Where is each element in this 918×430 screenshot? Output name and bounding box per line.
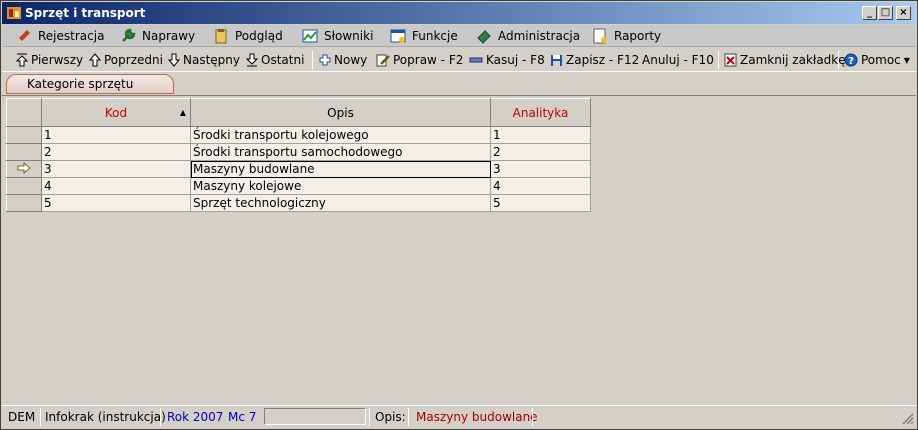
plus-icon xyxy=(319,54,331,66)
status-bar: DEM Infokrak (instrukcja) Rok 2007 Mc 7 … xyxy=(2,405,916,427)
status-opis-value: Maszyny budowlane xyxy=(416,410,538,424)
row-indicator[interactable] xyxy=(6,126,42,144)
chart-icon xyxy=(302,29,318,43)
header-row: Kod ▲ Opis Analityka xyxy=(6,98,591,127)
toolbar-separator xyxy=(718,51,719,69)
menu-rejestracja[interactable]: Rejestracja xyxy=(16,28,104,44)
resize-grip-icon[interactable] xyxy=(902,413,914,425)
row-indicator[interactable] xyxy=(6,194,42,212)
new-button[interactable]: Nowy xyxy=(319,52,367,68)
report-icon xyxy=(593,28,607,44)
menu-slowniki[interactable]: Słowniki xyxy=(302,28,373,44)
delete-button[interactable]: Kasuj - F8 xyxy=(469,52,545,68)
table-row[interactable]: 4 Maszyny kolejowe 4 xyxy=(6,177,591,195)
wrench-icon xyxy=(122,28,136,42)
toolbar-separator xyxy=(838,51,839,69)
cell-kod[interactable]: 1 xyxy=(41,126,191,144)
cell-kod[interactable]: 5 xyxy=(41,194,191,212)
cell-opis[interactable]: Maszyny kolejowe xyxy=(190,177,491,195)
status-separator xyxy=(408,408,409,426)
toolbar: Pierwszy Poprzedni Następny Ostatni Nowy… xyxy=(2,48,916,72)
minus-icon xyxy=(469,57,483,63)
cell-kod[interactable]: 4 xyxy=(41,177,191,195)
cell-opis[interactable]: Środki transportu samochodowego xyxy=(190,143,491,161)
window-title: Sprzęt i transport xyxy=(25,6,146,20)
menu-raporty[interactable]: Raporty xyxy=(592,28,661,44)
edit-button[interactable]: Popraw - F2 xyxy=(376,52,463,68)
cell-opis[interactable]: Sprzęt technologiczny xyxy=(190,194,491,212)
status-progress-box xyxy=(264,408,366,425)
row-indicator[interactable] xyxy=(6,160,42,178)
edit-icon xyxy=(376,54,390,67)
last-button[interactable]: Ostatni xyxy=(246,52,304,68)
close-button[interactable]: × xyxy=(896,6,911,20)
save-button[interactable]: Zapisz - F12 xyxy=(550,52,639,68)
arrow-last-icon xyxy=(246,53,258,67)
menu-funkcje[interactable]: Funkcje xyxy=(390,28,458,44)
status-separator xyxy=(369,408,370,426)
column-header-analityka[interactable]: Analityka xyxy=(490,98,591,127)
cell-opis[interactable]: Środki transportu kolejowego xyxy=(190,126,491,144)
pencil-icon xyxy=(18,30,30,42)
next-button[interactable]: Następny xyxy=(168,52,240,68)
current-row-arrow-icon xyxy=(17,161,31,174)
table-row[interactable]: 2 Środki transportu samochodowego 2 xyxy=(6,143,591,161)
close-tab-button[interactable]: Zamknij zakładkę xyxy=(724,52,846,68)
menu-podglad[interactable]: Podgląd xyxy=(213,28,283,44)
floppy-icon xyxy=(551,54,562,66)
cell-analityka[interactable]: 5 xyxy=(490,194,591,212)
status-separator xyxy=(160,408,161,426)
status-database: DEM xyxy=(8,410,36,424)
book-icon xyxy=(477,30,491,44)
tab-strip: Kategorie sprzętu xyxy=(2,73,916,95)
cancel-button[interactable]: Anuluj - F10 xyxy=(642,52,714,68)
cell-analityka[interactable]: 3 xyxy=(490,160,591,178)
window-star-icon xyxy=(390,29,406,43)
data-grid: Kod ▲ Opis Analityka 1 Środki transportu… xyxy=(6,98,591,212)
status-separator xyxy=(532,408,533,426)
status-month: Mc 7 xyxy=(228,410,257,424)
clipboard-icon xyxy=(215,29,227,44)
status-year: Rok 2007 xyxy=(167,410,224,424)
cell-kod[interactable]: 3 xyxy=(41,160,191,178)
main-window: Sprzęt i transport _ □ × Rejestracja Nap… xyxy=(0,0,918,430)
help-button[interactable]: ? Pomoc ▼ xyxy=(844,52,910,68)
row-indicator[interactable] xyxy=(6,177,42,195)
cell-analityka[interactable]: 2 xyxy=(490,143,591,161)
menu-bar: Rejestracja Naprawy Podgląd Słowniki Fun… xyxy=(2,25,916,47)
arrow-up-icon xyxy=(89,53,101,67)
menu-administracja[interactable]: Administracja xyxy=(476,28,580,44)
cell-opis[interactable]: Maszyny budowlane xyxy=(190,160,491,178)
help-icon: ? xyxy=(844,53,858,67)
table-row[interactable]: 1 Środki transportu kolejowego 1 xyxy=(6,126,591,144)
arrow-first-icon xyxy=(16,53,28,67)
status-user: Infokrak (instrukcja) xyxy=(45,410,166,424)
arrow-down-icon xyxy=(168,53,180,67)
sort-ascending-icon: ▲ xyxy=(179,108,186,117)
dropdown-arrow-icon[interactable]: ▼ xyxy=(904,56,910,65)
app-icon xyxy=(7,7,21,19)
title-bar[interactable]: Sprzęt i transport _ □ × xyxy=(2,2,916,24)
row-indicator-header xyxy=(6,98,42,127)
row-indicator[interactable] xyxy=(6,143,42,161)
menu-naprawy[interactable]: Naprawy xyxy=(120,28,195,44)
previous-button[interactable]: Poprzedni xyxy=(89,52,163,68)
column-header-kod[interactable]: Kod ▲ xyxy=(41,98,191,127)
svg-text:?: ? xyxy=(848,56,854,67)
cell-kod[interactable]: 2 xyxy=(41,143,191,161)
minimize-button[interactable]: _ xyxy=(862,6,877,20)
column-header-opis[interactable]: Opis xyxy=(190,98,491,127)
table-row-selected[interactable]: 3 Maszyny budowlane 3 xyxy=(6,160,591,178)
maximize-button[interactable]: □ xyxy=(878,6,893,20)
first-button[interactable]: Pierwszy xyxy=(16,52,83,68)
grid-area: Kod ▲ Opis Analityka 1 Środki transportu… xyxy=(2,95,916,404)
cell-analityka[interactable]: 4 xyxy=(490,177,591,195)
status-separator xyxy=(40,408,41,426)
tab-kategorie-sprzetu[interactable]: Kategorie sprzętu xyxy=(6,74,174,94)
cell-analityka[interactable]: 1 xyxy=(490,126,591,144)
status-opis-label: Opis: xyxy=(375,410,406,424)
close-doc-icon xyxy=(724,53,737,67)
toolbar-separator xyxy=(312,51,313,69)
table-row[interactable]: 5 Sprzęt technologiczny 5 xyxy=(6,194,591,212)
